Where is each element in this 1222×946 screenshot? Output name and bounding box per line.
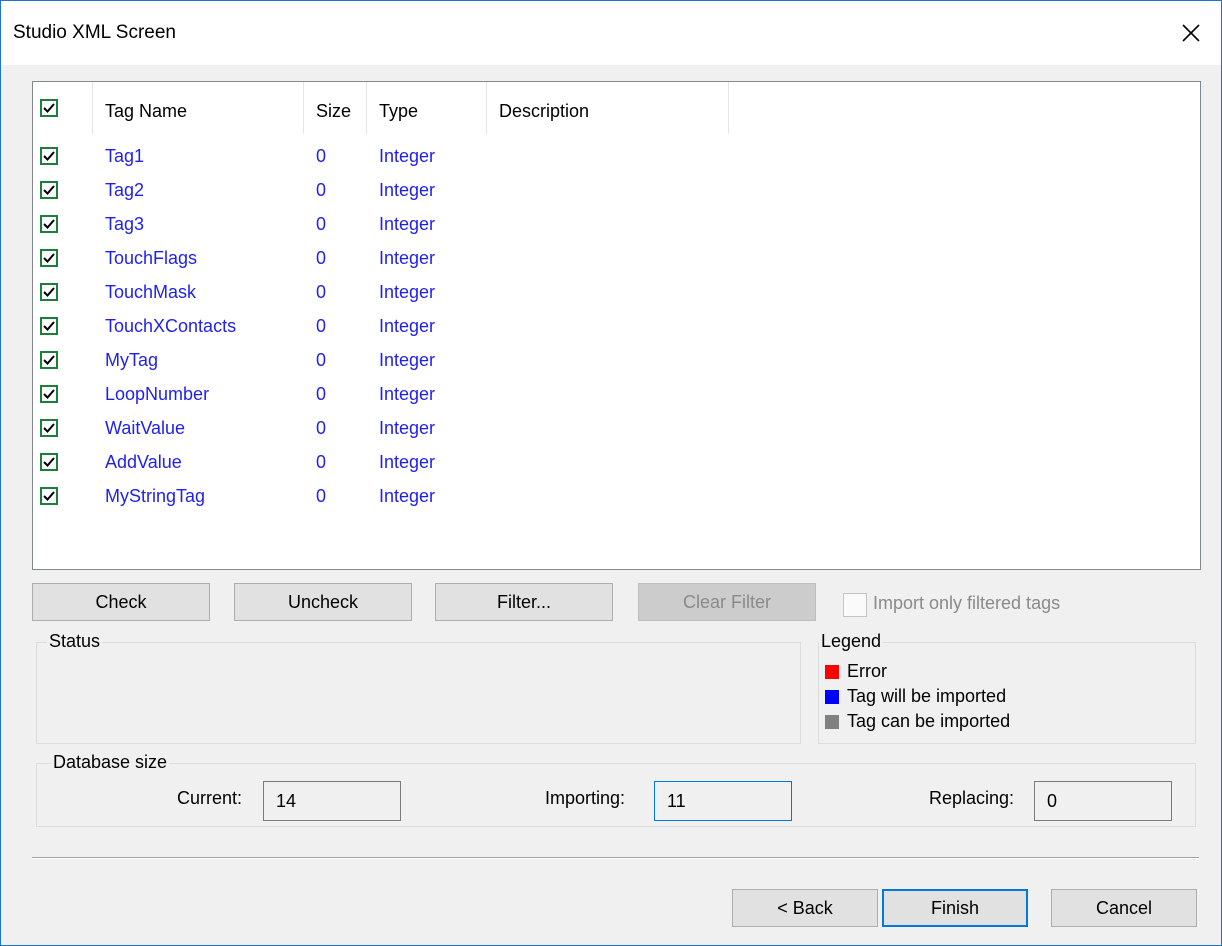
close-icon[interactable]	[1175, 17, 1207, 49]
type-cell: Integer	[379, 452, 436, 472]
row-checkbox[interactable]	[40, 147, 58, 165]
filter-button[interactable]: Filter...	[435, 583, 613, 621]
current-field[interactable]: 14	[263, 781, 401, 821]
select-all-checkbox[interactable]	[40, 99, 58, 117]
size-cell: 0	[316, 214, 327, 234]
replacing-label: Replacing:	[929, 788, 1015, 808]
legend-label-will-import: Tag will be imported	[847, 686, 1007, 706]
type-cell: Integer	[379, 418, 436, 438]
table-row[interactable]: WaitValue 0 Integer	[33, 411, 1200, 445]
finish-button[interactable]: Finish	[882, 889, 1028, 927]
tag-name-cell: TouchXContacts	[105, 316, 237, 336]
check-button[interactable]: Check	[32, 583, 210, 621]
type-cell: Integer	[379, 384, 436, 404]
type-cell: Integer	[379, 316, 436, 336]
tag-name-cell: TouchFlags	[105, 248, 198, 268]
size-cell: 0	[316, 418, 327, 438]
type-cell: Integer	[379, 214, 436, 234]
current-label: Current:	[177, 788, 243, 808]
type-cell: Integer	[379, 180, 436, 200]
table-row[interactable]: MyTag 0 Integer	[33, 343, 1200, 377]
tag-name-cell: LoopNumber	[105, 384, 210, 404]
tag-name-cell: Tag2	[105, 180, 145, 200]
type-cell: Integer	[379, 486, 436, 506]
tag-name-cell: MyTag	[105, 350, 159, 370]
row-checkbox[interactable]	[40, 453, 58, 471]
back-button[interactable]: < Back	[732, 889, 878, 927]
row-checkbox[interactable]	[40, 283, 58, 301]
column-header-size[interactable]: Size	[304, 82, 367, 134]
select-all-column	[33, 82, 93, 134]
row-checkbox[interactable]	[40, 215, 58, 233]
size-cell: 0	[316, 486, 327, 506]
table-row[interactable]: TouchMask 0 Integer	[33, 275, 1200, 309]
column-header-description[interactable]: Description	[487, 82, 729, 134]
row-checkbox[interactable]	[40, 419, 58, 437]
legend-swatch-can-import	[825, 715, 839, 729]
table-row[interactable]: Tag2 0 Integer	[33, 173, 1200, 207]
legend-swatch-error	[825, 665, 839, 679]
tag-name-cell: AddValue	[105, 452, 182, 472]
size-cell: 0	[316, 452, 327, 472]
tag-name-cell: WaitValue	[105, 418, 186, 438]
type-cell: Integer	[379, 282, 436, 302]
uncheck-button[interactable]: Uncheck	[234, 583, 412, 621]
cancel-button[interactable]: Cancel	[1051, 889, 1197, 927]
dialog-window: Studio XML Screen Tag Name Size Type Des…	[0, 0, 1222, 946]
status-group: Status	[36, 631, 801, 744]
tag-list[interactable]: Tag Name Size Type Description Tag1 0 Inte…	[32, 81, 1201, 570]
row-checkbox[interactable]	[40, 317, 58, 335]
tag-name-cell: Tag3	[105, 214, 145, 234]
tag-name-cell: Tag1	[105, 146, 145, 166]
size-cell: 0	[316, 316, 327, 336]
table-row[interactable]: AddValue 0 Integer	[33, 445, 1200, 479]
tag-name-cell: TouchMask	[105, 282, 197, 302]
type-cell: Integer	[379, 146, 436, 166]
row-checkbox[interactable]	[40, 487, 58, 505]
table-row[interactable]: TouchXContacts 0 Integer	[33, 309, 1200, 343]
size-cell: 0	[316, 282, 327, 302]
clear-filter-button[interactable]: Clear Filter	[638, 583, 816, 621]
column-header-tag-name[interactable]: Tag Name	[93, 82, 304, 134]
title-bar: Studio XML Screen	[1, 1, 1221, 65]
type-cell: Integer	[379, 350, 436, 370]
window-title: Studio XML Screen	[13, 22, 176, 43]
size-cell: 0	[316, 180, 327, 200]
legend-group: Legend Error Tag will be imported Tag ca…	[818, 631, 1196, 744]
tag-name-cell: MyStringTag	[105, 486, 206, 506]
size-cell: 0	[316, 384, 327, 404]
table-row[interactable]: Tag3 0 Integer	[33, 207, 1200, 241]
importing-field[interactable]: 11	[654, 781, 792, 821]
table-row[interactable]: LoopNumber 0 Integer	[33, 377, 1200, 411]
database-size-title: Database size	[51, 752, 170, 773]
table-row[interactable]: TouchFlags 0 Integer	[33, 241, 1200, 275]
importing-label: Importing:	[545, 788, 626, 808]
legend-title: Legend	[819, 631, 884, 652]
size-cell: 0	[316, 248, 327, 268]
import-filtered-checkbox[interactable]	[843, 593, 867, 617]
table-row[interactable]: Tag1 0 Integer	[33, 139, 1200, 173]
row-checkbox[interactable]	[40, 385, 58, 403]
replacing-field[interactable]: 0	[1034, 781, 1172, 821]
row-checkbox[interactable]	[40, 249, 58, 267]
status-title: Status	[47, 631, 103, 652]
legend-label-error: Error	[847, 661, 887, 681]
column-header-type[interactable]: Type	[367, 82, 487, 134]
legend-swatch-will-import	[825, 690, 839, 704]
type-cell: Integer	[379, 248, 436, 268]
footer-separator	[32, 857, 1199, 859]
row-checkbox[interactable]	[40, 351, 58, 369]
import-filtered-label: Import only filtered tags	[873, 593, 1061, 613]
size-cell: 0	[316, 350, 327, 370]
row-checkbox[interactable]	[40, 181, 58, 199]
table-row[interactable]: MyStringTag 0 Integer	[33, 479, 1200, 513]
legend-label-can-import: Tag can be imported	[847, 711, 1011, 731]
size-cell: 0	[316, 146, 327, 166]
list-header: Tag Name Size Type Description	[33, 82, 1200, 134]
